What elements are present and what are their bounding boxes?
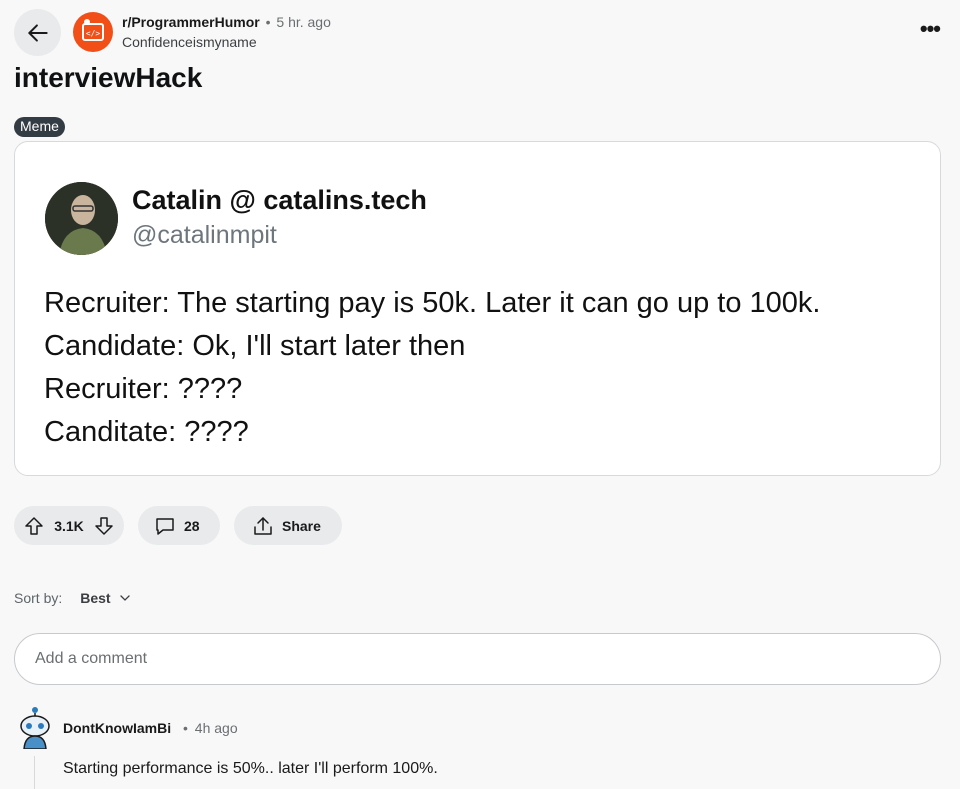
comment-author[interactable]: DontKnowIamBi (63, 720, 171, 736)
comment-sort[interactable]: Sort by: Best (14, 590, 131, 606)
tweet-author-name: Catalin @ catalins.tech (132, 185, 427, 215)
post-flair[interactable]: Meme (14, 117, 65, 137)
share-icon (254, 516, 272, 535)
snoo-avatar-icon (20, 707, 50, 750)
vote-control: 3.1K (14, 506, 124, 545)
tweet-line: Recruiter: The starting pay is 50k. Late… (44, 287, 821, 319)
add-comment-placeholder: Add a comment (35, 650, 148, 667)
comment-icon (156, 517, 174, 535)
avatar[interactable] (16, 705, 54, 750)
chevron-down-icon (119, 595, 130, 601)
downvote-icon[interactable] (94, 516, 114, 536)
comment-count: 28 (184, 517, 200, 534)
post-author[interactable]: Confidenceismyname (122, 33, 331, 51)
post-meta: r/ProgrammerHumor • 5 hr. ago Confidence… (122, 13, 331, 51)
share-label: Share (282, 517, 321, 534)
subreddit-avatar[interactable]: </> (73, 12, 113, 52)
vote-count: 3.1K (54, 517, 84, 534)
arrow-left-icon (27, 23, 48, 42)
comment-thread-line[interactable] (34, 756, 35, 789)
tweet-line: Recruiter: ???? (44, 373, 243, 405)
post-title: interviewHack (14, 62, 203, 93)
post-image[interactable]: Catalin @ catalins.tech @catalinmpit Rec… (14, 141, 941, 476)
programmer-humor-icon: </> (82, 19, 104, 41)
subreddit-name[interactable]: r/ProgrammerHumor (122, 14, 260, 30)
comment-body: Starting performance is 50%.. later I'll… (63, 760, 438, 777)
back-button[interactable] (14, 9, 61, 56)
comment-meta: DontKnowIamBi • 4h ago (63, 720, 238, 737)
meta-separator: • (265, 14, 271, 30)
sort-value[interactable]: Best (80, 590, 110, 606)
tweet-text: Recruiter: The starting pay is 50k. Late… (44, 282, 820, 454)
tweet-avatar (45, 182, 118, 255)
svg-text:</>: </> (86, 29, 101, 38)
meta-separator: • (183, 720, 188, 736)
comments-button[interactable]: 28 (138, 506, 220, 545)
tweet-author-handle: @catalinmpit (132, 221, 277, 249)
add-comment-input[interactable]: Add a comment (14, 633, 941, 685)
post-actions: 3.1K 28 Share (14, 506, 342, 545)
share-button[interactable]: Share (234, 506, 342, 545)
more-options-button[interactable]: ••• (920, 18, 941, 40)
comment-time: 4h ago (194, 720, 238, 736)
post-time: 5 hr. ago (276, 14, 331, 30)
sort-label: Sort by: (14, 590, 63, 606)
tweet-line: Candidate: Ok, I'll start later then (44, 330, 466, 362)
tweet-line: Canditate: ???? (44, 416, 249, 448)
upvote-icon[interactable] (24, 516, 44, 536)
